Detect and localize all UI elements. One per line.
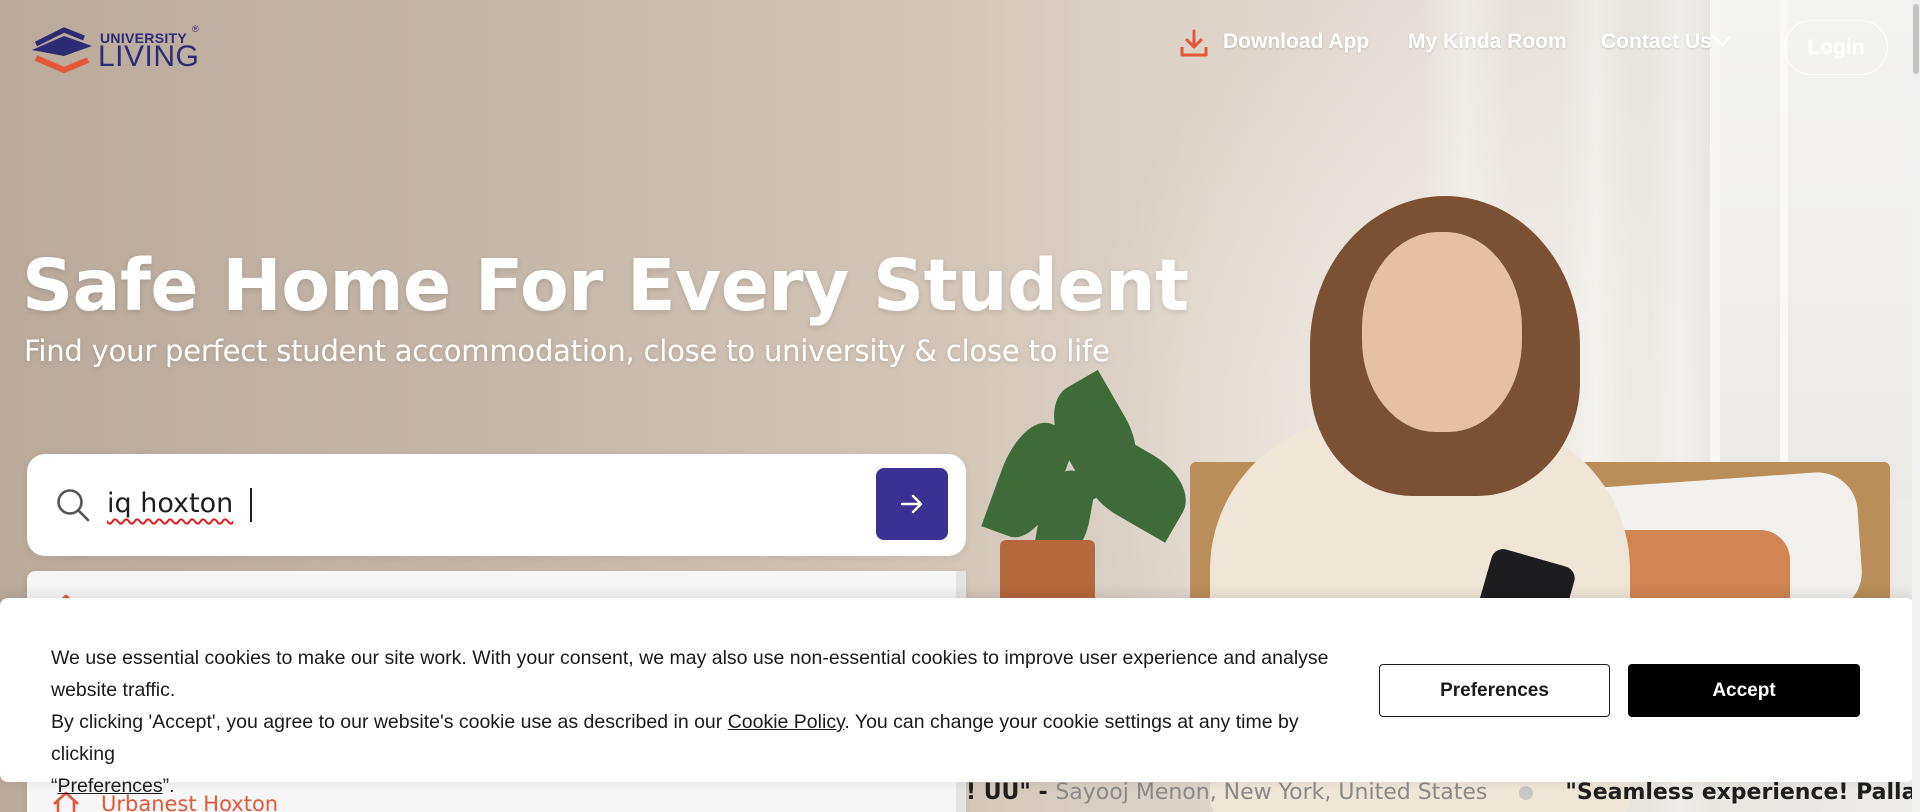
page-scrollbar-thumb[interactable] bbox=[1913, 4, 1919, 74]
search-input[interactable]: iq hoxton bbox=[107, 488, 233, 519]
university-living-logo[interactable]: UNIVERSITY LIVING ® bbox=[30, 22, 205, 74]
preferences-button[interactable]: Preferences bbox=[1379, 664, 1610, 717]
cookie-banner: We use essential cookies to make our sit… bbox=[0, 598, 1914, 797]
logo-mark-icon bbox=[32, 27, 92, 74]
separator-dot bbox=[1519, 786, 1534, 800]
preferences-link[interactable]: Preferences bbox=[58, 775, 163, 797]
hero-title: Safe Home For Every Student bbox=[22, 244, 1189, 327]
download-icon[interactable] bbox=[1178, 28, 1210, 60]
accept-button[interactable]: Accept bbox=[1628, 664, 1860, 717]
cookie-policy-link[interactable]: Cookie Policy bbox=[728, 711, 845, 733]
site-header: UNIVERSITY LIVING ® Download App My Kind… bbox=[0, 0, 1920, 96]
text-caret bbox=[250, 488, 252, 522]
arrow-right-icon bbox=[900, 494, 923, 514]
logo-text-bottom: LIVING bbox=[98, 40, 200, 73]
cookie-message: We use essential cookies to make our sit… bbox=[51, 642, 1351, 802]
nav-contact-us[interactable]: Contact Us bbox=[1601, 30, 1712, 54]
nav-download-app[interactable]: Download App bbox=[1223, 30, 1369, 54]
search-icon bbox=[57, 489, 90, 522]
search-bar: iq hoxton bbox=[27, 454, 966, 556]
nav-my-kinda-room[interactable]: My Kinda Room bbox=[1408, 30, 1567, 54]
cookie-line-1: We use essential cookies to make our sit… bbox=[51, 647, 1329, 701]
person-face bbox=[1362, 232, 1522, 432]
search-submit-button[interactable] bbox=[876, 468, 948, 540]
login-button[interactable]: Login bbox=[1784, 20, 1888, 75]
cookie-line-2-start: By clicking 'Accept', you agree to our w… bbox=[51, 711, 728, 733]
page-scrollbar[interactable] bbox=[1912, 0, 1920, 812]
chevron-down-icon[interactable] bbox=[1712, 34, 1732, 48]
hero-subtitle: Find your perfect student accommodation,… bbox=[24, 334, 1110, 368]
quote-close: ”. bbox=[162, 775, 175, 797]
registered-mark: ® bbox=[192, 24, 199, 34]
testimonial-quote: "Seamless experience! Pallavi wa bbox=[1565, 780, 1920, 805]
